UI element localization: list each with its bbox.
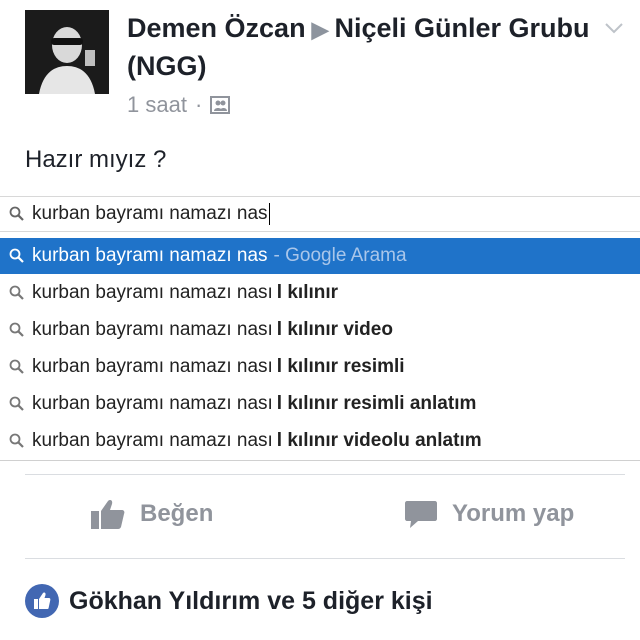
- suggestion-item[interactable]: kurban bayramı namazı nası l kılınır resi…: [0, 385, 640, 422]
- suggestion-item[interactable]: kurban bayramı namazı nası l kılınır vide…: [0, 311, 640, 348]
- search-icon: [9, 248, 24, 263]
- suggestion-text: kurban bayramı namazı nası: [32, 355, 273, 377]
- suggestion-text: kurban bayramı namazı nası: [32, 392, 273, 414]
- suggestion-completion: l kılınır resimli anlatım: [276, 392, 477, 414]
- like-label: Beğen: [140, 500, 214, 527]
- text-caret: [268, 202, 270, 225]
- suggestion-text: kurban bayramı namazı nası: [32, 318, 273, 340]
- comment-button[interactable]: Yorum yap: [404, 498, 574, 530]
- suggestion-completion: l kılınır: [276, 281, 339, 303]
- divider: [25, 558, 625, 559]
- post-text: Hazır mıyız ?: [25, 146, 167, 173]
- autocomplete-dropdown: kurban bayramı namazı nas - Google Arama…: [0, 238, 640, 461]
- suggestion-completion: l kılınır video: [276, 318, 393, 340]
- suggestion-completion: l kılınır resimli: [276, 355, 405, 377]
- divider: [25, 474, 625, 475]
- suggestion-item[interactable]: kurban bayramı namazı nası l kılınır resi…: [0, 348, 640, 385]
- suggestion-item[interactable]: kurban bayramı namazı nası l kılınır vide…: [0, 422, 640, 459]
- search-input[interactable]: kurban bayramı namazı nas: [0, 196, 640, 232]
- search-icon: [9, 285, 24, 300]
- suggestion-completion: l kılınır videolu anlatım: [276, 429, 482, 451]
- author-name[interactable]: Demen Özcan: [127, 13, 306, 43]
- meta-separator: ·: [194, 92, 203, 117]
- post-actions: Beğen Yorum yap: [0, 488, 640, 546]
- search-icon: [9, 322, 24, 337]
- suggestion-text: kurban bayramı namazı nas: [32, 245, 268, 266]
- suggestion-hint: - Google Arama: [273, 245, 407, 266]
- reactions-summary[interactable]: Gökhan Yıldırım ve 5 diğer kişi: [25, 584, 433, 618]
- triangle-right-icon: ▶: [311, 17, 329, 42]
- search-icon: [9, 359, 24, 374]
- search-icon: [9, 396, 24, 411]
- chevron-down-icon[interactable]: [604, 18, 624, 38]
- suggestion-item[interactable]: kurban bayramı namazı nası l kılınır: [0, 274, 640, 311]
- suggestion-text: kurban bayramı namazı nası: [32, 429, 273, 451]
- thumbs-up-icon: [91, 500, 125, 529]
- search-icon: [9, 206, 24, 221]
- comment-label: Yorum yap: [452, 500, 575, 527]
- search-icon: [9, 433, 24, 448]
- group-audience-icon: [210, 96, 231, 114]
- post-time[interactable]: 1 saat: [127, 92, 187, 118]
- post-meta: 1 saat ·: [127, 92, 231, 118]
- suggestion-item[interactable]: kurban bayramı namazı nas - Google Arama: [0, 238, 640, 274]
- search-query: kurban bayramı namazı nas: [32, 203, 268, 224]
- avatar[interactable]: [25, 10, 109, 94]
- like-button[interactable]: Beğen: [90, 498, 213, 530]
- comment-icon: [405, 501, 437, 528]
- like-reaction-icon: [25, 584, 59, 618]
- suggestion-text: kurban bayramı namazı nası: [32, 281, 273, 303]
- reactions-text: Gökhan Yıldırım ve 5 diğer kişi: [69, 586, 433, 615]
- post-header-title: Demen Özcan ▶ Niçeli Günler Grubu (NGG): [127, 10, 617, 84]
